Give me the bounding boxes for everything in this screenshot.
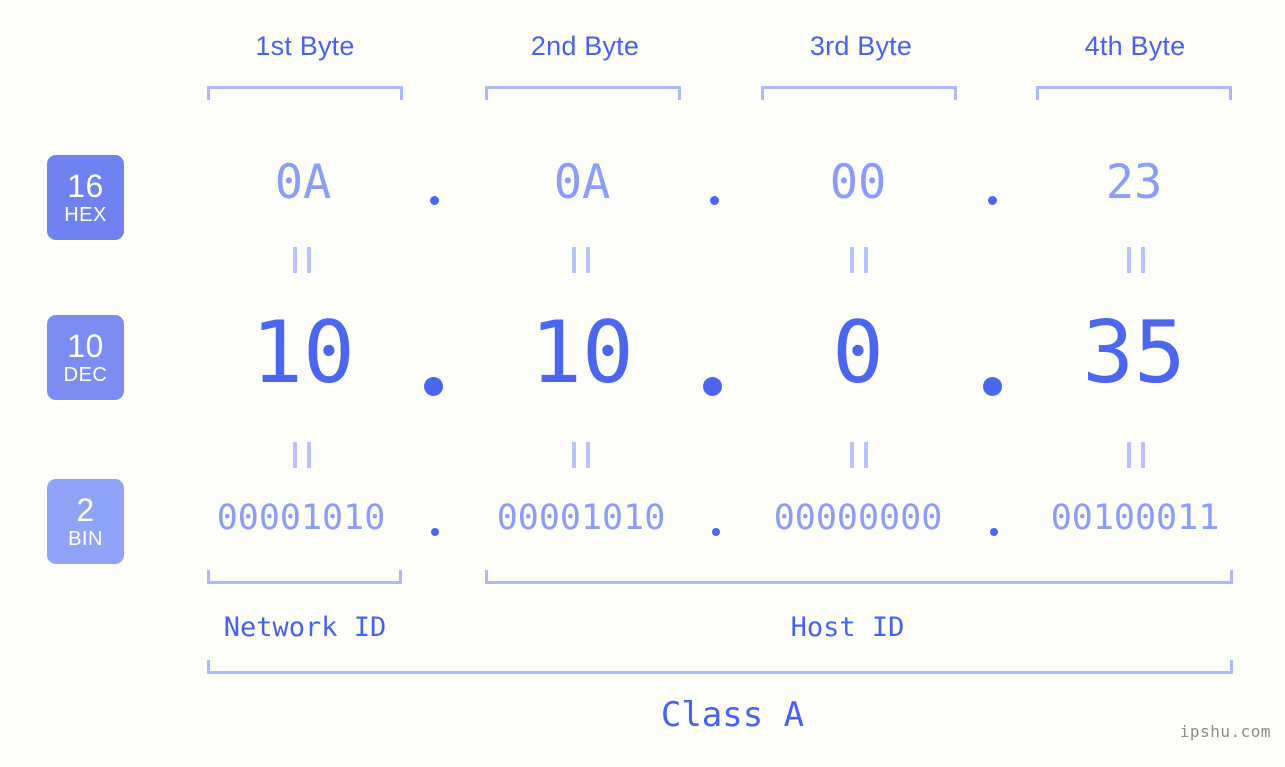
network-id-bracket [207, 570, 402, 584]
byte-header-3: 3rd Byte [809, 31, 913, 61]
dec-byte-4: 35 [1082, 303, 1186, 403]
hex-byte-2: 0A [553, 155, 611, 210]
byte-bracket-top-2 [485, 86, 681, 100]
byte-bracket-top-4 [1036, 86, 1232, 100]
hex-separator-dot-1 [430, 196, 439, 205]
hex-byte-1: 0A [274, 155, 332, 210]
byte-bracket-top-3 [761, 86, 957, 100]
equals-separator-dec-bin-2 [572, 442, 590, 468]
equals-separator-hex-dec-1 [293, 247, 311, 273]
class-label: Class A [660, 695, 805, 735]
byte-header-4: 4th Byte [1084, 31, 1186, 61]
hex-separator-dot-3 [988, 196, 997, 205]
equals-separator-dec-bin-4 [1127, 442, 1145, 468]
bin-byte-3: 00000000 [773, 498, 943, 538]
equals-separator-hex-dec-3 [850, 247, 868, 273]
class-bracket [207, 660, 1233, 674]
byte-header-1: 1st Byte [255, 31, 355, 61]
equals-separator-dec-bin-1 [293, 442, 311, 468]
network-id-label: Network ID [223, 612, 387, 643]
bin-byte-2: 00001010 [496, 498, 666, 538]
byte-header-2: 2nd Byte [530, 31, 640, 61]
ip-address-breakdown-diagram: 1st Byte 2nd Byte 3rd Byte 4th Byte 16 H… [0, 0, 1285, 767]
equals-separator-dec-bin-3 [850, 442, 868, 468]
badge-hex-number: 16 [67, 168, 104, 204]
badge-dec-name: DEC [63, 364, 108, 386]
bin-byte-1: 00001010 [216, 498, 386, 538]
dec-byte-1: 10 [251, 303, 355, 403]
bin-byte-4: 00100011 [1050, 498, 1220, 538]
dec-byte-2: 10 [530, 303, 634, 403]
hex-byte-4: 23 [1105, 155, 1163, 210]
badge-hex: 16 HEX [47, 155, 124, 240]
equals-separator-hex-dec-4 [1127, 247, 1145, 273]
bin-separator-dot-1 [431, 528, 439, 536]
hex-byte-3: 00 [829, 155, 887, 210]
dec-separator-dot-3 [983, 377, 1002, 396]
badge-dec: 10 DEC [47, 315, 124, 400]
byte-bracket-top-1 [207, 86, 403, 100]
badge-bin: 2 BIN [47, 479, 124, 564]
host-id-label: Host ID [790, 612, 905, 643]
badge-hex-name: HEX [64, 204, 107, 226]
hex-separator-dot-2 [710, 196, 719, 205]
bin-separator-dot-3 [990, 528, 998, 536]
watermark: ipshu.com [1179, 722, 1271, 741]
bin-separator-dot-2 [712, 528, 720, 536]
dec-byte-3: 0 [832, 303, 884, 403]
dec-separator-dot-1 [424, 377, 443, 396]
host-id-bracket [485, 570, 1233, 584]
badge-dec-number: 10 [67, 328, 104, 364]
badge-bin-name: BIN [68, 528, 103, 550]
dec-separator-dot-2 [703, 377, 722, 396]
equals-separator-hex-dec-2 [572, 247, 590, 273]
badge-bin-number: 2 [76, 492, 95, 528]
